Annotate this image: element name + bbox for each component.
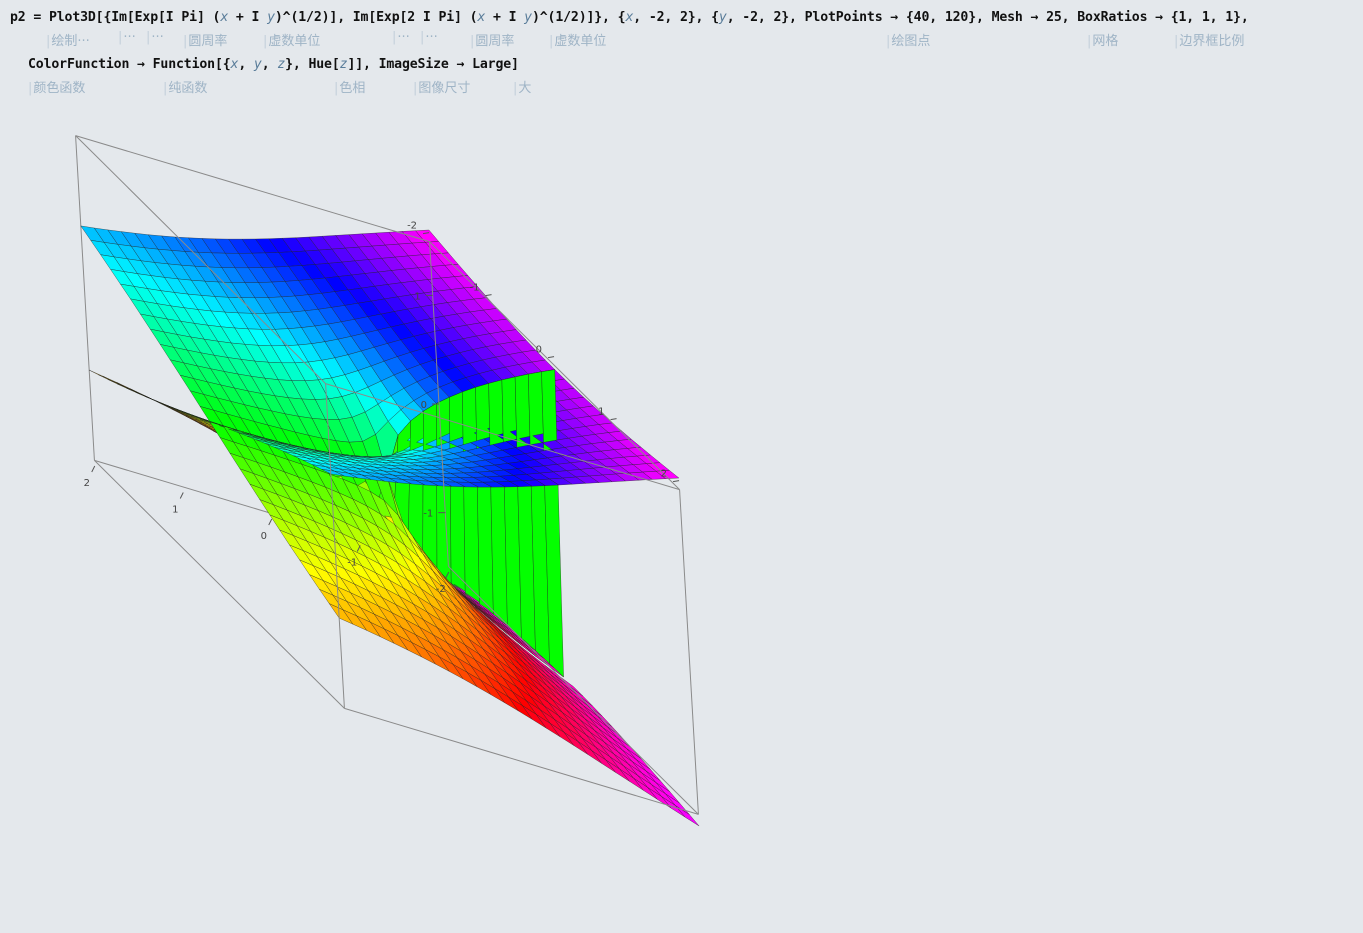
bounding-box-edge <box>679 489 699 815</box>
code-variable: y <box>253 57 262 72</box>
tick-mark <box>672 480 680 483</box>
y-tick-label: -1 <box>470 283 480 294</box>
tick-mark <box>610 418 617 421</box>
code-token: p2 = Plot3D[{Im[Exp[I Pi] ( <box>10 10 221 25</box>
code-token: ]], ImageSize → Large] <box>347 57 519 72</box>
surface-patch <box>422 403 438 571</box>
hint-label: 色相 <box>334 77 365 96</box>
hint-label: 绘图点 <box>886 30 930 49</box>
hint-label: 圆周率 <box>183 30 227 49</box>
code-token: ColorFunction → Function[{ <box>28 57 231 72</box>
hint-label: 圆周率 <box>470 30 514 49</box>
hint-label: ··· <box>118 30 135 45</box>
hint-label: 图像尺寸 <box>413 77 470 96</box>
hint-label: 虚数单位 <box>549 30 606 49</box>
y-tick-label: -2 <box>407 221 417 232</box>
bounding-box-edge <box>75 135 95 461</box>
tick-mark <box>547 356 555 359</box>
code-variable: x <box>220 10 229 25</box>
input-hints-2: 颜色函数 纯函数 色相 图像尺寸 大 <box>0 77 1363 97</box>
code-variable: y <box>267 10 275 25</box>
z-tick-label: -1 <box>423 509 433 520</box>
code-variable: y <box>524 10 532 25</box>
x-tick-label: 1 <box>172 505 178 516</box>
tick-mark <box>485 294 492 297</box>
y-tick-label: 2 <box>661 469 667 480</box>
code-variable: z <box>277 57 286 72</box>
z-tick-label: 0 <box>421 400 427 411</box>
input-line-2[interactable]: ColorFunction → Function[{x, y, z}, Hue[… <box>28 57 519 72</box>
code-token: , -2, 2}, { <box>633 10 719 25</box>
hint-label: 纯函数 <box>163 77 207 96</box>
hint-label: ··· <box>146 30 163 45</box>
hint-label: ··· <box>392 30 409 45</box>
tick-mark <box>268 518 273 526</box>
hint-label: 颜色函数 <box>28 77 85 96</box>
code-token: , -2, 2}, PlotPoints → {40, 120}, Mesh →… <box>726 10 1249 25</box>
tick-mark <box>179 492 184 499</box>
input-hints-1: 绘制··· ··· ··· 圆周率 虚数单位 ··· ··· 圆周率 虚数单位 绘图点 网格 边界框比… <box>0 30 1363 50</box>
x-tick-label: 2 <box>84 478 90 489</box>
y-tick-label: 1 <box>598 407 604 418</box>
z-tick-label: 1 <box>414 291 420 302</box>
code-token: , <box>238 57 254 72</box>
code-token: )^(1/2)], Im[Exp[2 I Pi] ( <box>274 10 478 25</box>
x-tick-label: -1 <box>347 558 357 569</box>
y-tick-label: 0 <box>536 345 542 356</box>
code-token: }, Hue[ <box>285 57 340 72</box>
code-token: + I <box>485 10 525 25</box>
x-tick-label: 0 <box>261 531 267 542</box>
code-token: )^(1/2)]}, { <box>531 10 626 25</box>
tick-mark <box>91 465 96 473</box>
hint-label: ··· <box>420 30 437 45</box>
code-token: + I <box>228 10 268 25</box>
input-line-1[interactable]: p2 = Plot3D[{Im[Exp[I Pi] (x + I y)^(1/2… <box>10 10 1249 25</box>
hint-label: 大 <box>513 77 531 96</box>
hint-label: 边界框比例 <box>1174 30 1244 49</box>
code-token: , <box>261 57 278 72</box>
hint-label: 绘制··· <box>46 30 89 49</box>
code-variable: y <box>718 10 727 25</box>
hint-label: 虚数单位 <box>263 30 320 49</box>
hint-label: 网格 <box>1087 30 1118 49</box>
plot3d-output[interactable]: -2 -1 0 1 2 -2 -1 0 1 2 -1 0 1 <box>0 100 760 930</box>
x-tick-label: -2 <box>436 584 446 595</box>
